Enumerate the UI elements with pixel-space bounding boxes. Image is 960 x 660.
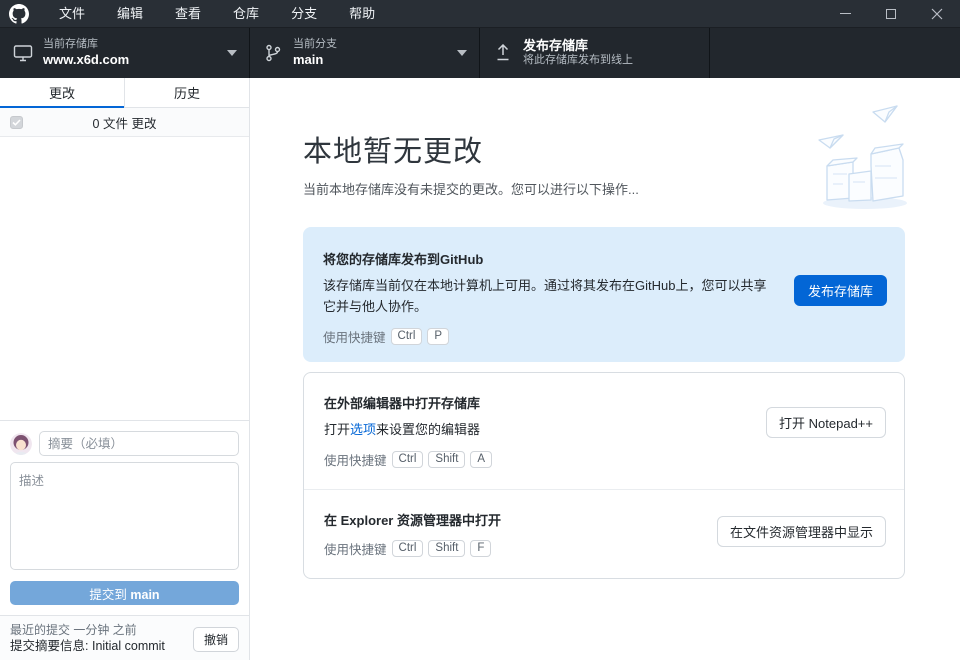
shortcut-label: 使用快捷键 xyxy=(324,450,387,469)
main-content: 本地暂无更改 当前本地存储库没有未提交的更改。您可以进行以下操作... 将您的存… xyxy=(250,78,960,660)
commit-to-branch-button[interactable]: 提交到 main xyxy=(10,581,239,605)
upload-icon xyxy=(493,44,513,62)
open-editor-button[interactable]: 打开 Notepad++ xyxy=(766,407,886,438)
recent-commit-message: Initial commit xyxy=(92,639,165,653)
options-link[interactable]: 选项 xyxy=(350,422,376,437)
current-branch-value: main xyxy=(293,52,337,68)
open-editor-body-post: 来设置您的编辑器 xyxy=(376,422,480,437)
chevron-down-icon xyxy=(457,50,467,56)
open-in-explorer-section: 在 Explorer 资源管理器中打开 使用快捷键 Ctrl Shift F 在… xyxy=(304,489,904,578)
current-branch-dropdown[interactable]: 当前分支 main xyxy=(250,28,480,78)
kbd-shift: Shift xyxy=(428,451,465,468)
current-branch-label: 当前分支 xyxy=(293,38,337,52)
menu-help[interactable]: 帮助 xyxy=(333,0,391,28)
empty-state-boxes-illustration xyxy=(815,104,910,212)
menu-edit[interactable]: 编辑 xyxy=(101,0,159,28)
avatar xyxy=(10,433,32,455)
minimize-button[interactable] xyxy=(822,0,868,28)
toolbar: 当前存储库 www.x6d.com 当前分支 main xyxy=(0,28,960,78)
tab-changes[interactable]: 更改 xyxy=(0,78,124,108)
changes-status-row: 0 文件 更改 xyxy=(0,108,249,137)
recent-commit-label: 提交摘要信息: xyxy=(10,639,88,653)
show-in-explorer-button[interactable]: 在文件资源管理器中显示 xyxy=(717,516,886,547)
publish-subtitle: 将此存储库发布到线上 xyxy=(523,54,633,68)
sidebar-tabs: 更改 历史 xyxy=(0,78,249,108)
kbd-shift: Shift xyxy=(428,540,465,557)
menu-file[interactable]: 文件 xyxy=(43,0,101,28)
publish-repository-toolbar-button[interactable]: 发布存储库 将此存储库发布到线上 xyxy=(480,28,710,78)
changed-files-list xyxy=(0,137,249,420)
close-icon xyxy=(931,8,943,20)
maximize-button[interactable] xyxy=(868,0,914,28)
kbd-f: F xyxy=(470,540,491,557)
commit-button-branch: main xyxy=(130,588,159,602)
menu-repository[interactable]: 仓库 xyxy=(217,0,275,28)
chevron-down-icon xyxy=(227,50,237,56)
current-repository-label: 当前存储库 xyxy=(43,38,129,52)
open-actions-card: 在外部编辑器中打开存储库 打开选项来设置您的编辑器 使用快捷键 Ctrl Shi… xyxy=(303,372,905,579)
publish-repository-button[interactable]: 发布存储库 xyxy=(794,275,887,306)
publish-title: 发布存储库 xyxy=(523,38,633,54)
shortcut-label: 使用快捷键 xyxy=(323,327,386,346)
git-branch-icon xyxy=(263,44,283,62)
kbd-ctrl: Ctrl xyxy=(391,328,423,345)
current-repository-dropdown[interactable]: 当前存储库 www.x6d.com xyxy=(0,28,250,78)
titlebar: 文件 编辑 查看 仓库 分支 帮助 xyxy=(0,0,960,28)
undo-button[interactable]: 撤销 xyxy=(193,627,239,652)
kbd-ctrl: Ctrl xyxy=(392,540,424,557)
minimize-icon xyxy=(840,13,851,14)
select-all-checkbox[interactable] xyxy=(10,116,23,129)
publish-card-title: 将您的存储库发布到GitHub xyxy=(323,249,885,268)
maximize-icon xyxy=(886,9,896,19)
publish-suggestion-card: 将您的存储库发布到GitHub 该存储库当前仅在本地计算机上可用。通过将其发布在… xyxy=(303,227,905,362)
monitor-icon xyxy=(13,44,33,62)
open-in-editor-section: 在外部编辑器中打开存储库 打开选项来设置您的编辑器 使用快捷键 Ctrl Shi… xyxy=(304,373,904,489)
tab-history[interactable]: 历史 xyxy=(124,78,249,108)
recent-commit-section: 最近的提交 一分钟 之前 提交摘要信息: Initial commit 撤销 xyxy=(0,615,249,660)
kbd-a: A xyxy=(470,451,492,468)
publish-card-body: 该存储库当前仅在本地计算机上可用。通过将其发布在GitHub上，您可以共享它并与… xyxy=(323,275,778,317)
commit-summary-input[interactable] xyxy=(39,431,239,456)
kbd-p: P xyxy=(427,328,449,345)
github-logo-icon xyxy=(9,4,29,24)
commit-button-prefix: 提交到 xyxy=(89,588,130,602)
commit-form: 提交到 main xyxy=(0,420,249,615)
menu-branch[interactable]: 分支 xyxy=(275,0,333,28)
current-repository-value: www.x6d.com xyxy=(43,52,129,68)
shortcut-label: 使用快捷键 xyxy=(324,539,387,558)
toolbar-filler xyxy=(710,28,960,78)
check-icon xyxy=(12,119,21,126)
kbd-ctrl: Ctrl xyxy=(392,451,424,468)
commit-description-input[interactable] xyxy=(10,462,239,570)
menu-view[interactable]: 查看 xyxy=(159,0,217,28)
close-button[interactable] xyxy=(914,0,960,28)
open-editor-body-pre: 打开 xyxy=(324,422,350,437)
files-changed-count: 0 文件 更改 xyxy=(0,113,249,132)
sidebar: 更改 历史 0 文件 更改 xyxy=(0,78,250,660)
